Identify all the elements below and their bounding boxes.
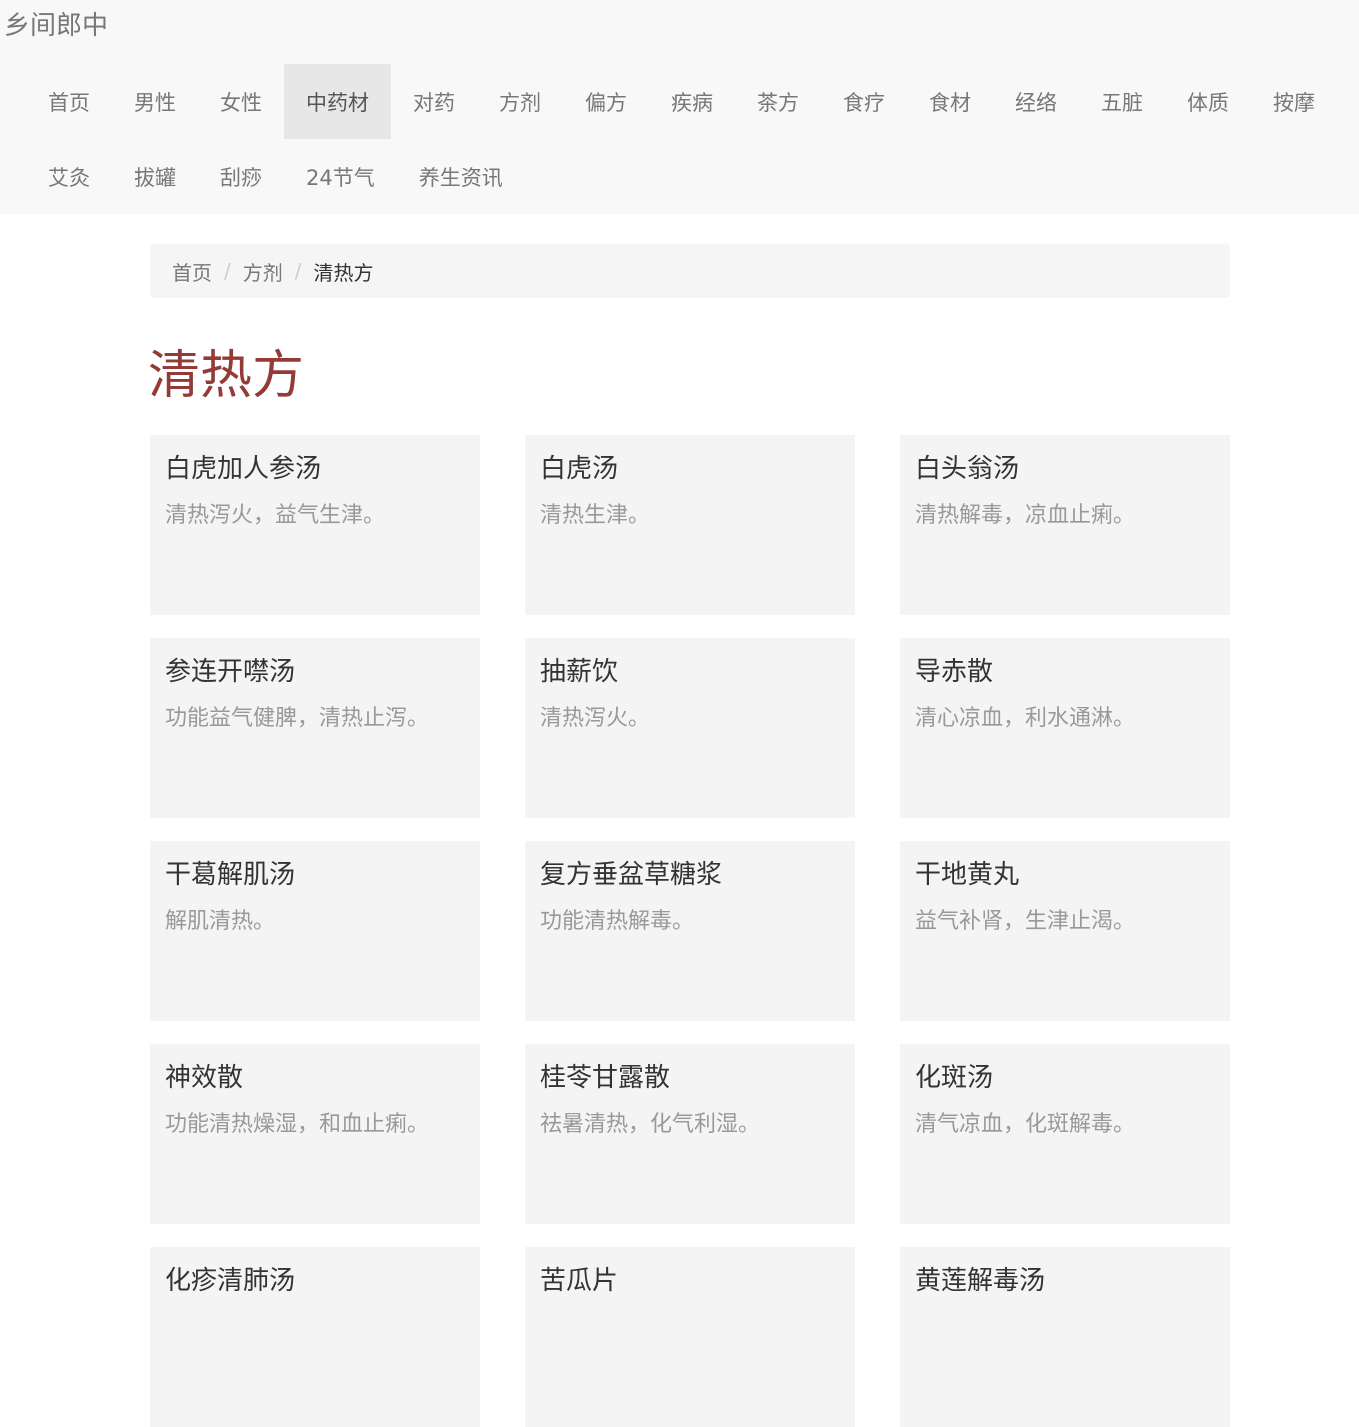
formula-card[interactable]: 白头翁汤 清热解毒，凉血止痢。 [900,435,1230,615]
nav-item-five-organs[interactable]: 五脏 [1079,64,1165,139]
formula-card[interactable]: 白虎加人参汤 清热泻火，益气生津。 [150,435,480,615]
formula-card[interactable]: 苦瓜片 [525,1247,855,1427]
nav-item-ingredients[interactable]: 食材 [907,64,993,139]
formula-card-title: 神效散 [165,1063,244,1093]
site-brand[interactable]: 乡间郎中 [4,8,108,44]
breadcrumb-separator: / [294,259,302,283]
nav-item-home[interactable]: 首页 [26,64,112,139]
formula-card[interactable]: 黄莲解毒汤 [900,1247,1230,1427]
formula-card-desc: 功能清热解毒。 [540,909,695,934]
formula-card-title: 白虎汤 [540,454,619,484]
formula-card-title: 白头翁汤 [915,454,1020,484]
formula-card-desc: 清热解毒，凉血止痢。 [915,503,1136,528]
nav-item-tea-recipes[interactable]: 茶方 [735,64,821,139]
top-navbar: 乡间郎中 首页 男性 女性 中药材 对药 方剂 偏方 疾病 茶方 食疗 食材 经… [0,0,1359,214]
nav-item-paired-herbs[interactable]: 对药 [391,64,477,139]
nav-item-male[interactable]: 男性 [112,64,198,139]
formula-card-title: 化斑汤 [915,1063,994,1093]
nav-item-meridians[interactable]: 经络 [993,64,1079,139]
formula-card-title: 复方垂盆草糖浆 [540,860,723,890]
formula-card-desc: 祛暑清热，化气利湿。 [540,1112,761,1137]
formula-card[interactable]: 导赤散 清心凉血，利水通淋。 [900,638,1230,818]
formula-card-title: 化疹清肺汤 [165,1266,296,1296]
formula-card-desc: 清热泻火。 [540,706,651,731]
nav-item-massage[interactable]: 按摩 [1251,64,1337,139]
nav-item-formulas[interactable]: 方剂 [477,64,563,139]
page-title: 清热方 [148,346,305,406]
formula-card[interactable]: 桂苓甘露散 祛暑清热，化气利湿。 [525,1044,855,1224]
breadcrumb: 首页 / 方剂 / 清热方 [150,244,1230,298]
formula-card-title: 黄莲解毒汤 [915,1266,1046,1296]
formula-card[interactable]: 干地黄丸 益气补肾，生津止渴。 [900,841,1230,1021]
nav-item-guasha[interactable]: 刮痧 [198,139,284,214]
nav-item-moxibustion[interactable]: 艾灸 [26,139,112,214]
formula-card[interactable]: 神效散 功能清热燥湿，和血止痢。 [150,1044,480,1224]
formula-card[interactable]: 抽薪饮 清热泻火。 [525,638,855,818]
nav-item-cupping[interactable]: 拔罐 [112,139,198,214]
main-nav: 首页 男性 女性 中药材 对药 方剂 偏方 疾病 茶方 食疗 食材 经络 五脏 … [26,64,1356,214]
nav-item-health-news[interactable]: 养生资讯 [397,139,525,214]
nav-item-diseases[interactable]: 疾病 [649,64,735,139]
formula-card[interactable]: 化疹清肺汤 [150,1247,480,1427]
breadcrumb-current: 清热方 [313,260,374,285]
nav-item-constitution[interactable]: 体质 [1165,64,1251,139]
formula-card-title: 抽薪饮 [540,657,619,687]
formula-card-desc: 解肌清热。 [165,909,276,934]
nav-item-female[interactable]: 女性 [198,64,284,139]
formula-card-desc: 功能益气健脾，清热止泻。 [165,706,430,731]
formula-card-desc: 益气补肾，生津止渴。 [915,909,1136,934]
formula-card-title: 白虎加人参汤 [165,454,322,484]
breadcrumb-link-formulas[interactable]: 方剂 [243,257,283,286]
formula-card-grid: 白虎加人参汤 清热泻火，益气生津。 白虎汤 清热生津。 白头翁汤 清热解毒，凉血… [150,435,1230,1427]
breadcrumb-link-home[interactable]: 首页 [172,257,212,286]
formula-card-title: 参连开噤汤 [165,657,296,687]
formula-card-title: 导赤散 [915,657,994,687]
formula-card-title: 苦瓜片 [540,1266,619,1296]
formula-card-desc: 清心凉血，利水通淋。 [915,706,1136,731]
formula-card-desc: 清热泻火，益气生津。 [165,503,386,528]
nav-item-herbs[interactable]: 中药材 [284,64,391,139]
formula-card-desc: 清热生津。 [540,503,651,528]
formula-card-title: 干地黄丸 [915,860,1020,890]
formula-card-desc: 清气凉血，化斑解毒。 [915,1112,1136,1137]
nav-item-solar-terms[interactable]: 24节气 [284,139,397,214]
formula-card[interactable]: 白虎汤 清热生津。 [525,435,855,615]
formula-card[interactable]: 参连开噤汤 功能益气健脾，清热止泻。 [150,638,480,818]
breadcrumb-separator: / [224,259,231,283]
nav-item-diet-therapy[interactable]: 食疗 [821,64,907,139]
formula-card-title: 干葛解肌汤 [165,860,296,890]
formula-card[interactable]: 干葛解肌汤 解肌清热。 [150,841,480,1021]
nav-item-folk-remedies[interactable]: 偏方 [563,64,649,139]
formula-card-desc: 功能清热燥湿，和血止痢。 [165,1112,430,1137]
formula-card[interactable]: 复方垂盆草糖浆 功能清热解毒。 [525,841,855,1021]
formula-card-title: 桂苓甘露散 [540,1063,671,1093]
formula-card[interactable]: 化斑汤 清气凉血，化斑解毒。 [900,1044,1230,1224]
